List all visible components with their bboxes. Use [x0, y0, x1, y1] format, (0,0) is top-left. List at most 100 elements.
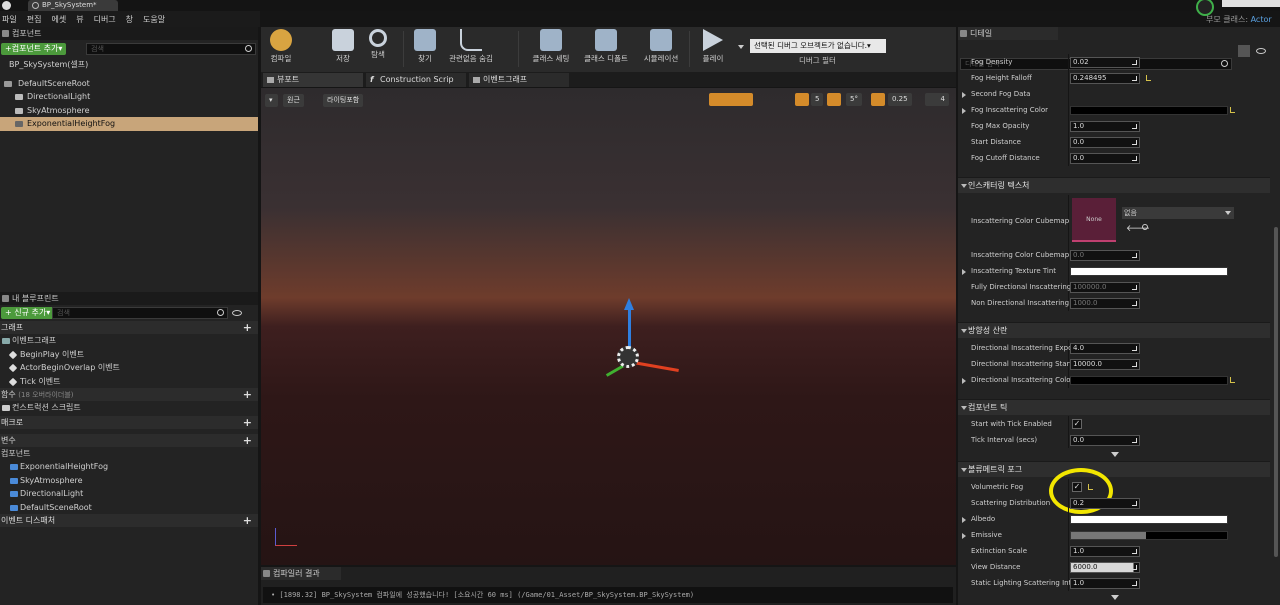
add-variable-icon[interactable]: + — [243, 434, 252, 447]
grid-snap-toggle[interactable] — [795, 93, 809, 106]
macros-category[interactable]: 매크로 + — [0, 415, 258, 429]
prop-value-input[interactable]: 100000.0 — [1070, 282, 1140, 293]
find-button[interactable]: 찾기 — [405, 29, 445, 64]
menu-file[interactable]: 파일 — [2, 14, 17, 25]
blueprint-search-input[interactable]: 검색 — [52, 307, 228, 319]
reset-to-default-icon[interactable] — [1230, 107, 1235, 113]
color-swatch[interactable] — [1070, 515, 1228, 524]
details-scrollbar[interactable] — [1274, 227, 1278, 557]
class-defaults-button[interactable]: 클래스 디폴트 — [583, 29, 629, 64]
menu-window[interactable]: 창 — [126, 14, 133, 25]
component-sky-atmosphere[interactable]: SkyAtmosphere — [0, 104, 258, 118]
lit-mode-button[interactable]: 라이팅포함 — [323, 94, 364, 107]
add-new-button[interactable]: + 신규 추가▾ — [1, 307, 55, 319]
color-swatch[interactable] — [1070, 267, 1228, 276]
transform-tools[interactable] — [709, 93, 753, 106]
actor-sprite-icon[interactable] — [617, 346, 639, 368]
prop-value-input[interactable]: 0.0 — [1070, 435, 1140, 446]
expand-arrow-icon[interactable] — [962, 108, 966, 114]
component-var-item[interactable]: SkyAtmosphere — [0, 474, 258, 488]
add-macro-icon[interactable]: + — [243, 416, 252, 429]
prop-value-input[interactable]: 4.0 — [1070, 343, 1140, 354]
perspective-button[interactable]: 원근 — [283, 94, 304, 107]
expand-arrow-icon[interactable] — [962, 92, 966, 98]
camera-speed-button[interactable]: 4 — [925, 93, 949, 106]
tick-enabled-checkbox[interactable]: ✓ — [1072, 419, 1082, 429]
prop-value-input[interactable]: 6000.0 — [1070, 562, 1140, 573]
graphs-category[interactable]: 그래프 + — [0, 321, 258, 334]
components-var-category[interactable]: 컴포넌트 — [0, 447, 258, 461]
event-item[interactable]: BeginPlay 이벤트 — [0, 348, 258, 362]
component-var-item[interactable]: DefaultSceneRoot — [0, 501, 258, 515]
section-volumetric-fog[interactable]: 볼류메트릭 포그 — [958, 461, 1270, 477]
section-component-tick[interactable]: 컴포넌트 틱 — [958, 399, 1270, 415]
reset-to-default-icon[interactable] — [1146, 75, 1151, 81]
scale-snap-toggle[interactable] — [871, 93, 885, 106]
class-settings-button[interactable]: 클래스 세팅 — [531, 29, 571, 64]
prop-value-input[interactable]: 0.0 — [1070, 153, 1140, 164]
prop-value-input[interactable]: 1.0 — [1070, 121, 1140, 132]
prop-value-input[interactable]: 0.02 — [1070, 57, 1140, 68]
event-item[interactable]: ActorBeginOverlap 이벤트 — [0, 361, 258, 375]
browse-search-icon[interactable] — [1142, 224, 1148, 230]
components-search-input[interactable]: 검색 — [86, 43, 256, 55]
tab-event-graph[interactable]: 이벤트그래프 — [469, 73, 569, 87]
color-swatch[interactable] — [1070, 376, 1228, 385]
prop-value-input[interactable]: 10000.0 — [1070, 359, 1140, 370]
component-var-item[interactable]: DirectionalLight — [0, 487, 258, 501]
simulation-button[interactable]: 시뮬레이션 — [639, 29, 683, 64]
viewport[interactable]: ▾ 원근 라이팅포함 5 5° 0.25 4 — [261, 88, 956, 565]
debug-object-select[interactable]: 선택된 디버그 오브젝트가 없습니다.▾ — [750, 39, 886, 53]
menu-view[interactable]: 뷰 — [76, 14, 83, 25]
menu-edit[interactable]: 편집 — [27, 14, 42, 25]
color-swatch[interactable] — [1070, 531, 1228, 540]
document-tab[interactable]: BP_SkySystem* — [28, 0, 118, 11]
cubemap-asset-select[interactable]: 없음 — [1122, 207, 1234, 219]
menu-help[interactable]: 도움말 — [143, 14, 165, 25]
save-button[interactable]: 저장 — [323, 29, 363, 64]
add-graph-icon[interactable]: + — [243, 321, 252, 334]
tab-construction-script[interactable]: f Construction Scrip — [366, 73, 466, 87]
viewport-options-button[interactable]: ▾ — [265, 94, 278, 107]
prop-value-input[interactable]: 1.0 — [1070, 546, 1140, 557]
add-dispatcher-icon[interactable]: + — [243, 514, 252, 527]
prop-value-input[interactable]: 0.0 — [1070, 250, 1140, 261]
menu-asset[interactable]: 에셋 — [51, 14, 66, 25]
construction-script-item[interactable]: 컨스트럭션 스크립트 — [0, 401, 258, 415]
add-component-button[interactable]: +컴포넌트 추가▾ — [1, 43, 67, 55]
expand-arrow-icon[interactable] — [962, 269, 966, 275]
scale-snap-value[interactable]: 0.25 — [888, 93, 912, 106]
advanced-expand-icon[interactable] — [1111, 595, 1119, 600]
event-graph-item[interactable]: 이벤트그래프 — [0, 334, 258, 348]
expand-arrow-icon[interactable] — [962, 517, 966, 523]
cubemap-thumbnail[interactable]: None — [1072, 198, 1116, 242]
component-root[interactable]: DefaultSceneRoot — [0, 77, 258, 91]
eye-icon[interactable] — [232, 310, 242, 316]
window-controls[interactable] — [1222, 0, 1280, 7]
color-swatch[interactable] — [1070, 106, 1228, 115]
prop-value-input[interactable]: 0.2 — [1070, 498, 1140, 509]
expand-arrow-icon[interactable] — [962, 533, 966, 539]
hide-unrelated-button[interactable]: 관련없음 숨김 — [447, 29, 495, 64]
gizmo-x-axis[interactable] — [633, 361, 679, 372]
rotation-snap-toggle[interactable] — [827, 93, 841, 106]
event-item[interactable]: Tick 이벤트 — [0, 375, 258, 389]
parent-class-value[interactable]: Actor — [1251, 15, 1272, 24]
menu-debug[interactable]: 디버그 — [94, 14, 116, 25]
tab-viewport[interactable]: 뷰포트 — [263, 73, 363, 87]
component-self[interactable]: BP_SkySystem(셀프) — [0, 58, 258, 72]
expand-arrow-icon[interactable] — [962, 378, 966, 384]
prop-value-input[interactable]: 0.248495 — [1070, 73, 1140, 84]
prop-second-fog-data[interactable]: Second Fog Data — [958, 86, 1270, 102]
section-directional-inscattering[interactable]: 방향성 산란 — [958, 322, 1270, 338]
rotation-snap-value[interactable]: 5° — [846, 93, 862, 106]
prop-value-input[interactable]: 1.0 — [1070, 578, 1140, 589]
grid-snap-value[interactable]: 5 — [811, 93, 824, 106]
browse-button[interactable]: 탐색 — [358, 29, 398, 60]
compile-button[interactable]: 컴파일 — [261, 29, 301, 64]
component-exponential-height-fog[interactable]: ExponentialHeightFog — [0, 117, 258, 131]
variables-category[interactable]: 변수 + — [0, 433, 258, 447]
prop-value-input[interactable]: 1000.0 — [1070, 298, 1140, 309]
reset-to-default-icon[interactable] — [1230, 377, 1235, 383]
functions-category[interactable]: 함수 (18 오버라이더블) + — [0, 388, 258, 401]
